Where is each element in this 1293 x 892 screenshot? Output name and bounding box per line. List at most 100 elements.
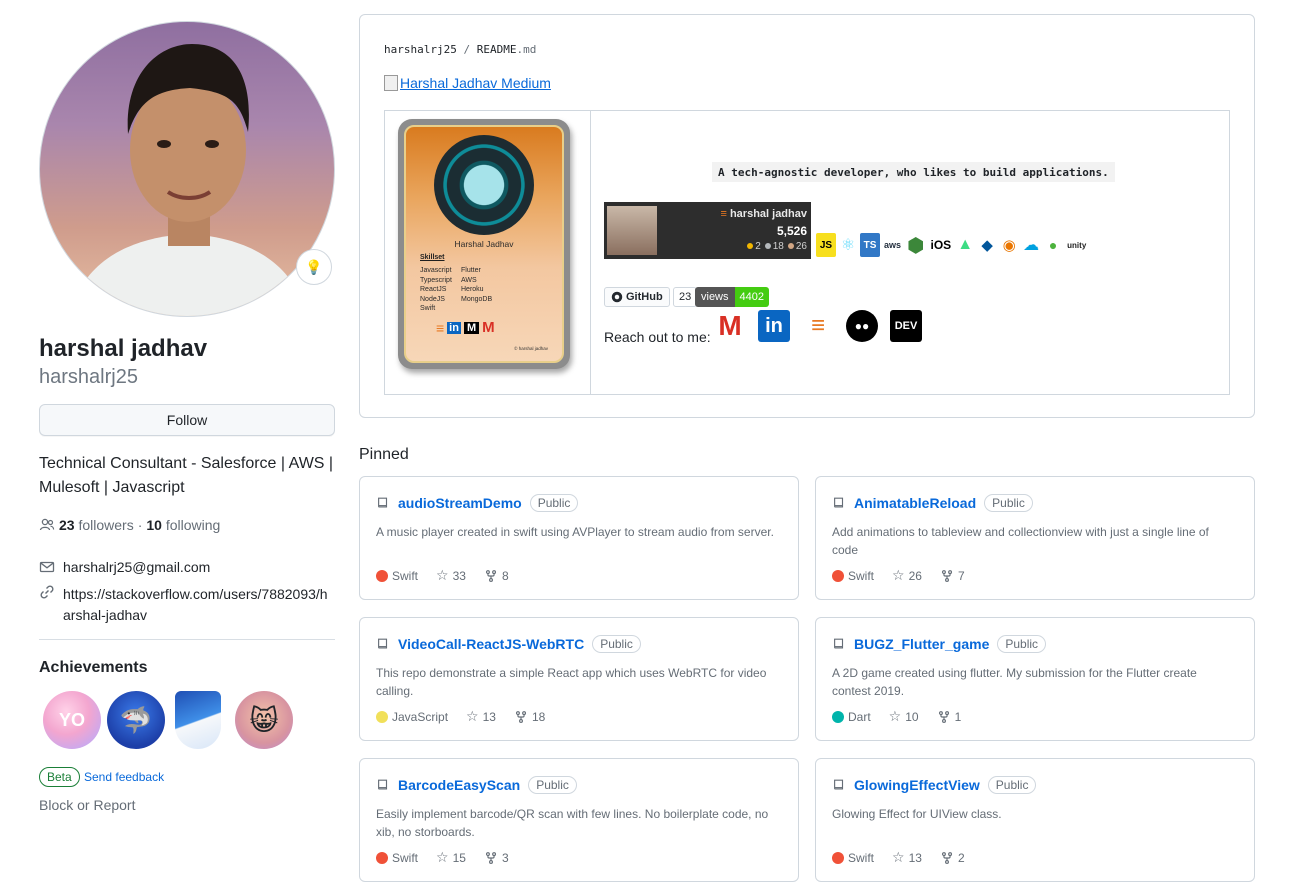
- following-link[interactable]: 10 following: [146, 517, 220, 533]
- repo-description: This repo demonstrate a simple React app…: [376, 666, 767, 698]
- profile-card-image[interactable]: Harshal Jadhav Skillset Javascript Flutt…: [398, 119, 570, 369]
- github-followers-count[interactable]: 23: [673, 287, 698, 307]
- achievements-heading: Achievements: [39, 659, 148, 676]
- card-skill: Typescript: [420, 276, 452, 284]
- repo-header: BarcodeEasyScan Public: [376, 776, 577, 794]
- repo-forks-link[interactable]: 8: [484, 569, 509, 583]
- following-label: following: [165, 517, 221, 533]
- achievement-shark-icon[interactable]: 🦈: [107, 691, 165, 749]
- repo-forks-link[interactable]: 2: [940, 851, 965, 865]
- send-feedback-link[interactable]: Send feedback: [84, 770, 164, 784]
- card-social-icons: ≡ in M M: [436, 319, 495, 336]
- achievement-quickdraw-icon[interactable]: 😸: [235, 691, 293, 749]
- repo-forks-link[interactable]: 7: [940, 569, 965, 583]
- followers-link[interactable]: 23 followers: [59, 517, 134, 533]
- repo-name-link[interactable]: BarcodeEasyScan: [398, 777, 520, 793]
- website-link[interactable]: https://stackoverflow.com/users/7882093/…: [63, 584, 335, 626]
- repo-name-link[interactable]: AnimatableReload: [854, 495, 976, 511]
- repo-description: A music player created in swift using AV…: [376, 525, 774, 539]
- repo-stars-link[interactable]: ☆ 33: [436, 567, 466, 584]
- forks-count: 1: [954, 709, 962, 724]
- reach-out-label: Reach out to me:: [604, 329, 711, 345]
- repo-name-link[interactable]: GlowingEffectView: [854, 777, 980, 793]
- views-count: 4402: [734, 287, 769, 307]
- avatar-photo: [70, 44, 306, 316]
- readme-owner-link[interactable]: harshalrj25: [384, 43, 457, 56]
- repo-language: Dart: [832, 710, 871, 724]
- repo-name-link[interactable]: VideoCall-ReactJS-WebRTC: [398, 636, 584, 652]
- email-link[interactable]: harshalrj25@gmail.com: [63, 559, 210, 575]
- repo-stars-link[interactable]: ☆ 26: [892, 567, 922, 584]
- repo-stars-link[interactable]: ☆ 13: [892, 849, 922, 866]
- visibility-badge: Public: [984, 494, 1033, 512]
- repo-stars-link[interactable]: ☆ 15: [436, 849, 466, 866]
- profile-avatar[interactable]: [39, 21, 335, 317]
- repo-header: VideoCall-ReactJS-WebRTC Public: [376, 635, 641, 653]
- gmail-contact-icon[interactable]: M: [714, 310, 746, 342]
- devto-contact-icon[interactable]: DEV: [890, 310, 922, 342]
- readme-table: Harshal Jadhav Skillset Javascript Flutt…: [384, 110, 1230, 395]
- github-icon: [611, 291, 623, 303]
- reach-icons: M in ≡ ●● DEV: [714, 310, 922, 342]
- fork-icon: [941, 569, 952, 582]
- readme-path-slash: /: [463, 43, 471, 56]
- gmail-icon: M: [482, 319, 495, 336]
- profile-username: harshalrj25: [39, 366, 138, 388]
- status-lightbulb-icon[interactable]: 💡: [296, 249, 332, 285]
- card-orb-graphic: [434, 135, 534, 235]
- nodejs-icon: ⬢: [907, 234, 925, 257]
- language-name: Swift: [392, 850, 419, 865]
- star-icon: ☆: [888, 708, 902, 724]
- visibility-badge: Public: [997, 635, 1047, 653]
- pinned-repo-card: GlowingEffectView Public Glowing Effect fo…: [815, 758, 1255, 882]
- card-skill: [461, 304, 502, 314]
- repo-forks-link[interactable]: 18: [514, 710, 545, 724]
- stackoverflow-contact-icon[interactable]: ≡: [802, 310, 834, 342]
- stackoverflow-flair[interactable]: ≡ harshal jadhav 5,526 2 18 26: [604, 202, 811, 259]
- block-report-link[interactable]: Block or Report: [39, 797, 135, 813]
- pinned-repo-card: BarcodeEasyScan Public Easily implement ba…: [359, 758, 799, 882]
- profile-readme: harshalrj25 / README.md Harshal Jadhav M…: [359, 14, 1255, 418]
- medium-contact-icon[interactable]: ●●: [846, 310, 878, 342]
- card-skill: Heroku: [461, 286, 484, 294]
- card-skill: Javascript: [420, 267, 452, 274]
- bronze-badges: 26: [787, 241, 807, 252]
- achievement-yolo-icon[interactable]: YO: [43, 691, 101, 749]
- language-color-dot: [832, 710, 844, 723]
- repo-stars-link[interactable]: ☆ 13: [466, 708, 496, 725]
- card-skills-list: Javascript Flutter Typescript AWS ReactJ…: [420, 266, 502, 314]
- star-icon: ☆: [466, 708, 479, 724]
- card-skill: AWS: [461, 276, 477, 284]
- repo-stars-link[interactable]: ☆ 10: [889, 708, 919, 725]
- repo-name-link[interactable]: audioStreamDemo: [398, 495, 522, 511]
- achievement-pull-shark-icon[interactable]: [175, 691, 221, 749]
- medium-image-link[interactable]: Harshal Jadhav Medium: [384, 75, 551, 91]
- github-followers-badge[interactable]: GitHub: [604, 287, 670, 307]
- blender-icon: ◉: [1002, 237, 1016, 254]
- fork-icon: [485, 851, 496, 864]
- follow-button[interactable]: Follow: [39, 404, 335, 436]
- repo-name-link[interactable]: BUGZ_Flutter_game: [854, 636, 989, 652]
- forks-count: 2: [957, 850, 965, 865]
- language-color-dot: [832, 569, 844, 582]
- stars-count: 10: [905, 709, 919, 724]
- star-icon: ☆: [436, 849, 449, 865]
- card-copyright: © harshal jadhav: [514, 346, 548, 351]
- gold-dot-icon: [747, 243, 754, 249]
- repo-language: Swift: [832, 851, 874, 865]
- react-icon: ⚛: [840, 237, 856, 254]
- repo-forks-link[interactable]: 3: [484, 851, 509, 865]
- repo-language: Swift: [832, 569, 874, 583]
- flair-medals: 2 18 26: [747, 241, 807, 252]
- people-icon: [39, 518, 55, 531]
- repo-meta: Swift ☆ 33 8: [376, 567, 509, 584]
- email-row: harshalrj25@gmail.com: [39, 559, 210, 575]
- card-body: Harshal Jadhav Skillset Javascript Flutt…: [404, 125, 564, 363]
- repo-forks-link[interactable]: 1: [937, 709, 962, 724]
- fork-icon: [515, 710, 526, 723]
- repo-description: Easily implement barcode/QR scan with fe…: [376, 807, 769, 839]
- pinned-repo-card: audioStreamDemo Public A music player crea…: [359, 476, 799, 600]
- readme-file[interactable]: README: [477, 43, 517, 56]
- repo-icon: [834, 779, 844, 790]
- linkedin-contact-icon[interactable]: in: [758, 310, 790, 342]
